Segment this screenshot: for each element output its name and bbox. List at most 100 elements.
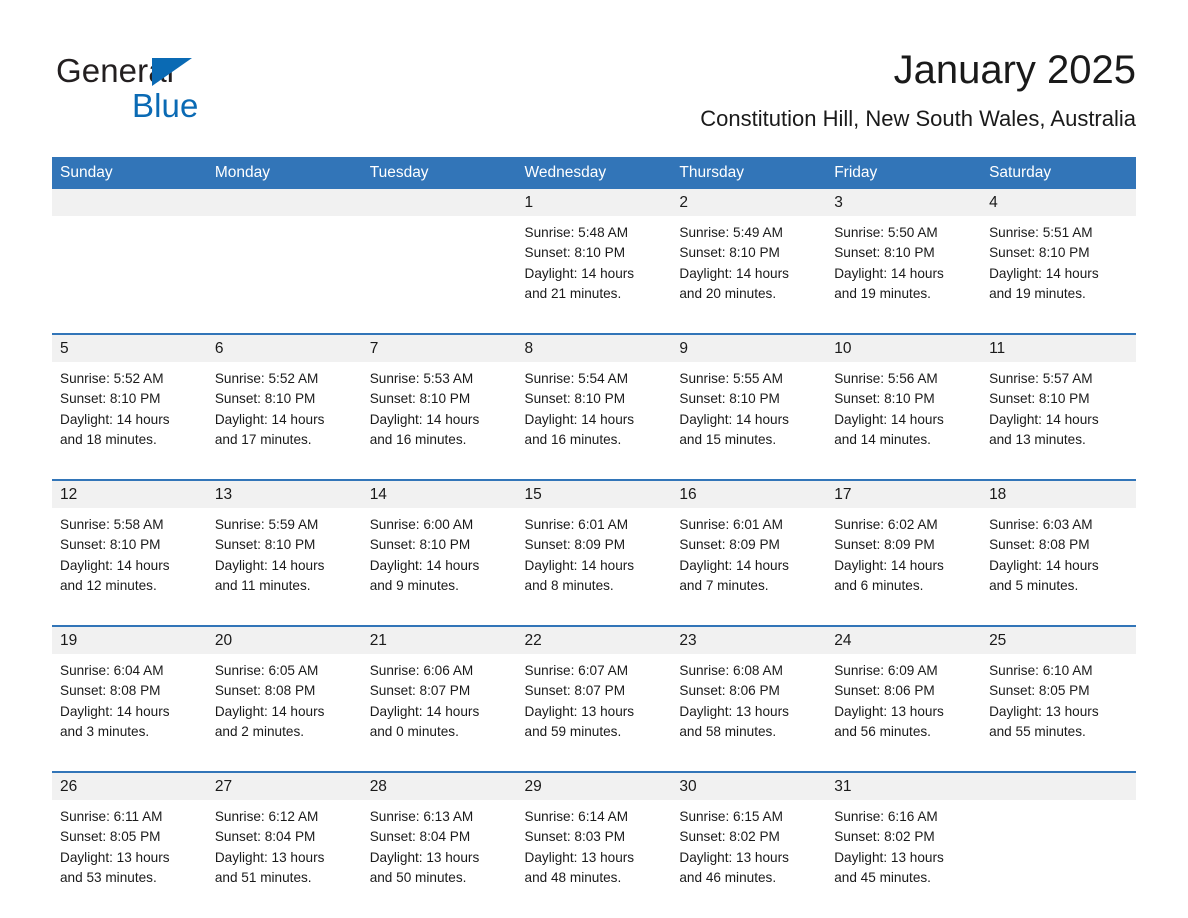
day-details: Sunrise: 6:01 AM Sunset: 8:09 PM Daylight:… xyxy=(671,508,826,625)
daylight-duration-line1: Daylight: 13 hours xyxy=(369,849,480,865)
calendar-day-cell[interactable]: 3 Sunrise: 5:50 AM Sunset: 8:10 PM Daylight… xyxy=(826,189,982,334)
day-details: Sunrise: 5:55 AM Sunset: 8:10 PM Daylight:… xyxy=(671,362,826,479)
calendar-day-cell[interactable]: 22 Sunrise: 6:07 AM Sunset: 8:07 PM Dayligh… xyxy=(516,625,672,772)
day-details: Sunrise: 6:13 AM Sunset: 8:04 PM Daylight:… xyxy=(362,800,517,917)
calendar-day-cell[interactable]: 27 Sunrise: 6:12 AM Sunset: 8:04 PM Dayligh… xyxy=(206,771,362,917)
generalblue-logo[interactable]: General Blue xyxy=(56,52,316,124)
day-number: 19 xyxy=(52,627,207,654)
day-number: 7 xyxy=(361,335,517,362)
sunrise-time: Sunrise: 5:48 AM xyxy=(524,225,629,240)
daylight-duration-line1: Daylight: 13 hours xyxy=(834,849,944,865)
sunset-time: Sunset: 8:02 PM xyxy=(679,829,780,845)
daylight-duration-line2: and 18 minutes. xyxy=(60,431,157,447)
day-details: Sunrise: 5:59 AM Sunset: 8:10 PM Daylight:… xyxy=(207,508,362,625)
calendar-day-cell[interactable]: 29 Sunrise: 6:14 AM Sunset: 8:03 PM Dayligh… xyxy=(516,771,672,917)
calendar-day-cell[interactable]: 13 Sunrise: 5:59 AM Sunset: 8:10 PM Dayligh… xyxy=(206,479,362,626)
day-number: 12 xyxy=(52,481,207,508)
day-number: 4 xyxy=(981,189,1136,216)
daylight-duration-line2: and 55 minutes. xyxy=(989,723,1086,739)
daylight-duration-line1: Daylight: 13 hours xyxy=(679,703,789,719)
sunrise-sunset-calendar: Sunday Monday Tuesday Wednesday Thursday… xyxy=(52,157,1136,917)
day-details: Sunrise: 5:52 AM Sunset: 8:10 PM Daylight:… xyxy=(207,362,362,479)
daylight-duration-line2: and 58 minutes. xyxy=(679,723,777,739)
calendar-day-cell[interactable]: 16 Sunrise: 6:01 AM Sunset: 8:09 PM Dayligh… xyxy=(671,479,827,626)
calendar-day-cell[interactable]: 4 Sunrise: 5:51 AM Sunset: 8:10 PM Daylight… xyxy=(981,189,1136,334)
day-details: Sunrise: 5:54 AM Sunset: 8:10 PM Daylight:… xyxy=(517,362,672,479)
calendar-day-cell[interactable]: 24 Sunrise: 6:09 AM Sunset: 8:06 PM Dayligh… xyxy=(826,625,982,772)
day-number xyxy=(206,189,362,216)
calendar-day-cell[interactable]: 30 Sunrise: 6:15 AM Sunset: 8:02 PM Dayligh… xyxy=(671,771,827,917)
calendar-day-cell[interactable]: 10 Sunrise: 5:56 AM Sunset: 8:10 PM Dayligh… xyxy=(826,333,982,480)
day-number: 29 xyxy=(516,773,672,800)
day-number: 24 xyxy=(826,627,982,654)
sunrise-time: Sunrise: 6:08 AM xyxy=(679,663,783,678)
sunrise-time: Sunrise: 6:12 AM xyxy=(214,809,319,824)
calendar-day-cell[interactable]: 18 Sunrise: 6:03 AM Sunset: 8:08 PM Dayligh… xyxy=(981,479,1136,626)
daylight-duration-line2: and 0 minutes. xyxy=(369,723,459,739)
daylight-duration-line2: and 3 minutes. xyxy=(60,723,150,739)
calendar-day-cell[interactable]: 12 Sunrise: 5:58 AM Sunset: 8:10 PM Dayligh… xyxy=(52,479,207,626)
calendar-day-cell[interactable]: 1 Sunrise: 5:48 AM Sunset: 8:10 PM Daylight… xyxy=(516,189,672,334)
day-details: Sunrise: 5:57 AM Sunset: 8:10 PM Daylight:… xyxy=(981,362,1136,479)
daylight-duration-line2: and 2 minutes. xyxy=(214,723,305,739)
sunset-time: Sunset: 8:10 PM xyxy=(989,391,1090,407)
calendar-day-cell[interactable]: 28 Sunrise: 6:13 AM Sunset: 8:04 PM Dayligh… xyxy=(361,771,517,917)
daylight-duration-line1: Daylight: 14 hours xyxy=(214,557,325,573)
daylight-duration-line1: Daylight: 14 hours xyxy=(524,557,635,573)
calendar-day-cell[interactable]: 25 Sunrise: 6:10 AM Sunset: 8:05 PM Dayligh… xyxy=(981,625,1136,772)
day-number: 14 xyxy=(361,481,517,508)
day-number: 13 xyxy=(206,481,362,508)
sunset-time: Sunset: 8:06 PM xyxy=(834,683,935,699)
calendar-day-cell[interactable]: 15 Sunrise: 6:01 AM Sunset: 8:09 PM Dayligh… xyxy=(516,479,672,626)
calendar-day-cell[interactable]: 9 Sunrise: 5:55 AM Sunset: 8:10 PM Daylight… xyxy=(671,333,827,480)
daylight-duration-line2: and 13 minutes. xyxy=(989,431,1086,447)
day-number xyxy=(52,189,207,216)
calendar-day-cell[interactable]: 20 Sunrise: 6:05 AM Sunset: 8:08 PM Dayligh… xyxy=(206,625,362,772)
calendar-day-cell[interactable]: 2 Sunrise: 5:49 AM Sunset: 8:10 PM Daylight… xyxy=(671,189,827,334)
sunset-time: Sunset: 8:02 PM xyxy=(834,829,935,845)
sunset-time: Sunset: 8:03 PM xyxy=(524,829,626,845)
calendar-day-cell[interactable]: 8 Sunrise: 5:54 AM Sunset: 8:10 PM Daylight… xyxy=(516,333,672,480)
day-number: 18 xyxy=(981,481,1136,508)
sunset-time: Sunset: 8:09 PM xyxy=(834,537,935,553)
daylight-duration-line1: Daylight: 14 hours xyxy=(214,411,325,427)
page-title: January 2025 xyxy=(893,48,1136,92)
day-number: 15 xyxy=(516,481,672,508)
calendar-week-row: 19 Sunrise: 6:04 AM Sunset: 8:08 PM Dayligh… xyxy=(52,625,1136,772)
sunset-time: Sunset: 8:10 PM xyxy=(214,537,316,553)
calendar-day-cell[interactable]: 19 Sunrise: 6:04 AM Sunset: 8:08 PM Dayligh… xyxy=(52,625,207,772)
daylight-duration-line2: and 56 minutes. xyxy=(834,723,931,739)
day-details: Sunrise: 6:04 AM Sunset: 8:08 PM Daylight:… xyxy=(52,654,207,771)
calendar-day-cell[interactable]: 6 Sunrise: 5:52 AM Sunset: 8:10 PM Daylight… xyxy=(206,333,362,480)
calendar-day-cell[interactable]: 5 Sunrise: 5:52 AM Sunset: 8:10 PM Daylight… xyxy=(52,333,207,480)
calendar-day-cell[interactable]: 21 Sunrise: 6:06 AM Sunset: 8:07 PM Dayligh… xyxy=(361,625,517,772)
sunrise-time: Sunrise: 5:56 AM xyxy=(834,371,938,386)
daylight-duration-line1: Daylight: 14 hours xyxy=(60,703,170,719)
calendar-day-cell[interactable]: 31 Sunrise: 6:16 AM Sunset: 8:02 PM Dayligh… xyxy=(826,771,982,917)
daylight-duration-line2: and 48 minutes. xyxy=(524,869,622,885)
sunrise-time: Sunrise: 6:01 AM xyxy=(679,517,783,532)
calendar-day-cell[interactable]: 17 Sunrise: 6:02 AM Sunset: 8:09 PM Dayligh… xyxy=(826,479,982,626)
calendar-day-cell[interactable]: 23 Sunrise: 6:08 AM Sunset: 8:06 PM Dayligh… xyxy=(671,625,827,772)
day-details: Sunrise: 5:56 AM Sunset: 8:10 PM Daylight:… xyxy=(826,362,981,479)
day-details: Sunrise: 6:10 AM Sunset: 8:05 PM Daylight:… xyxy=(981,654,1136,771)
calendar-day-cell-empty xyxy=(361,189,517,334)
calendar-day-cell[interactable]: 14 Sunrise: 6:00 AM Sunset: 8:10 PM Dayligh… xyxy=(361,479,517,626)
day-details: Sunrise: 6:12 AM Sunset: 8:04 PM Daylight:… xyxy=(207,800,362,917)
sunset-time: Sunset: 8:10 PM xyxy=(524,391,626,407)
daylight-duration-line1: Daylight: 14 hours xyxy=(989,557,1099,573)
sunset-time: Sunset: 8:08 PM xyxy=(60,683,161,699)
day-details xyxy=(981,800,1136,917)
calendar-day-cell[interactable]: 11 Sunrise: 5:57 AM Sunset: 8:10 PM Dayligh… xyxy=(981,333,1136,480)
page-subtitle: Constitution Hill, New South Wales, Aust… xyxy=(700,106,1136,131)
sunset-time: Sunset: 8:10 PM xyxy=(679,391,780,407)
calendar-day-cell[interactable]: 26 Sunrise: 6:11 AM Sunset: 8:05 PM Dayligh… xyxy=(52,771,207,917)
weekday-header-wednesday: Wednesday xyxy=(516,157,672,189)
day-details: Sunrise: 6:06 AM Sunset: 8:07 PM Daylight:… xyxy=(362,654,517,771)
logo-triangle-icon xyxy=(152,58,192,86)
sunset-time: Sunset: 8:04 PM xyxy=(214,829,316,845)
daylight-duration-line2: and 53 minutes. xyxy=(60,869,157,885)
day-number: 2 xyxy=(671,189,827,216)
day-number: 11 xyxy=(981,335,1136,362)
calendar-day-cell[interactable]: 7 Sunrise: 5:53 AM Sunset: 8:10 PM Daylight… xyxy=(361,333,517,480)
